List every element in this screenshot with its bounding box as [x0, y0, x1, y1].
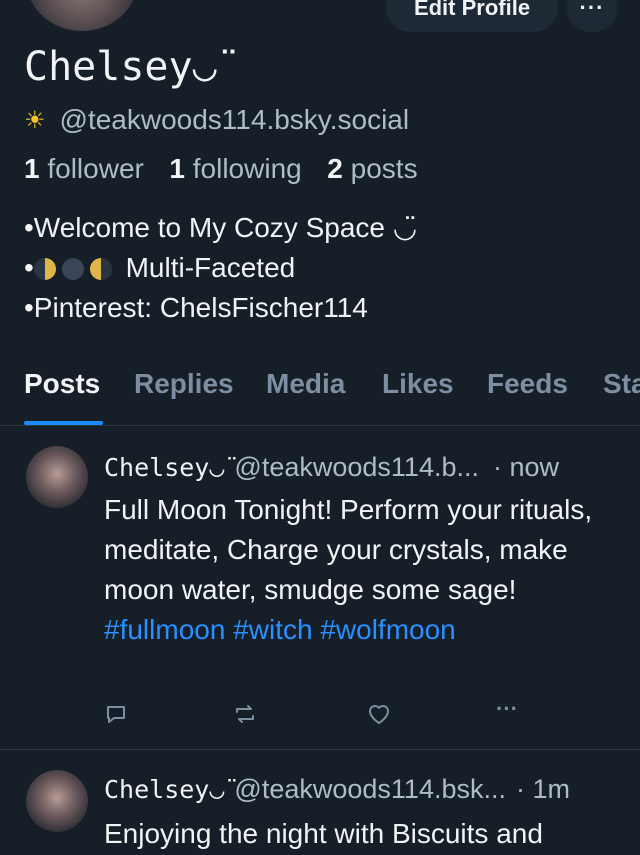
waxing-moon-icon	[33, 258, 56, 280]
profile-handle: @teakwoods114.bsky.social	[59, 104, 410, 135]
posts-count: 2	[327, 153, 343, 184]
profile-bio: •Welcome to My Cozy Space ◡̈ • Multi-Fac…	[24, 208, 417, 328]
new-moon-icon	[61, 258, 84, 280]
tab-starter-packs[interactable]: Sta	[603, 368, 640, 400]
post-author-handle[interactable]: @teakwoods114.bsk...	[234, 774, 506, 805]
post-timestamp[interactable]: · 1m	[516, 774, 570, 805]
bio-line-1: •Welcome to My Cozy Space ◡̈	[24, 212, 418, 243]
profile-display-name: Chelsey◡̈	[24, 44, 217, 90]
edit-profile-button[interactable]: Edit Profile	[386, 0, 558, 32]
profile-stats: 1 follower 1 following 2 posts	[24, 153, 418, 185]
profile-page: Edit Profile ··· Chelsey◡̈ ☀ @teakwoods1…	[0, 0, 640, 855]
post-author-name[interactable]: Chelsey◡̈	[104, 453, 224, 482]
post-header: Chelsey◡̈ @teakwoods114.b... · now	[104, 452, 624, 483]
post-text: Full Moon Tonight! Perform your rituals,…	[104, 490, 624, 650]
tab-replies[interactable]: Replies	[134, 368, 234, 400]
profile-handle-row: ☀ @teakwoods114.bsky.social	[24, 104, 409, 136]
following-count: 1	[169, 153, 185, 184]
following-link[interactable]: 1 following	[169, 153, 301, 184]
followers-label: follower	[47, 153, 144, 184]
hashtag-link[interactable]: #fullmoon	[104, 614, 225, 645]
profile-avatar[interactable]	[24, 0, 140, 34]
post-more-button[interactable]: ···	[496, 696, 518, 722]
hashtag-link[interactable]: #witch	[233, 614, 312, 645]
feed-post[interactable]: Chelsey◡̈ @teakwoods114.b... · now Full …	[0, 426, 640, 749]
bio-line-2-prefix: •	[24, 252, 34, 283]
hashtag-link[interactable]: #wolfmoon	[320, 614, 455, 645]
post-body: Full Moon Tonight! Perform your rituals,…	[104, 494, 593, 605]
post-timestamp[interactable]: · now	[493, 452, 559, 483]
post-author-name[interactable]: Chelsey◡̈	[104, 775, 224, 804]
post-header: Chelsey◡̈ @teakwoods114.bsk... · 1m	[104, 774, 624, 805]
posts-stat: 2 posts	[327, 153, 417, 184]
post-author-handle[interactable]: @teakwoods114.b...	[234, 452, 479, 483]
reply-icon[interactable]	[104, 702, 128, 726]
followers-link[interactable]: 1 follower	[24, 153, 144, 184]
profile-more-button[interactable]: ···	[567, 0, 617, 32]
following-label: following	[192, 153, 302, 184]
sun-icon: ☀	[24, 106, 46, 134]
feed-post[interactable]: Chelsey◡̈ @teakwoods114.bsk... · 1m Enjo…	[0, 750, 640, 855]
tab-media[interactable]: Media	[266, 368, 345, 400]
bio-line-2-text: Multi-Faceted	[125, 252, 296, 283]
bio-line-2: • Multi-Faceted	[24, 248, 417, 288]
heart-icon[interactable]	[366, 702, 392, 726]
profile-tabs: Posts Replies Media Likes Feeds Sta	[0, 366, 640, 426]
waning-moon-icon	[89, 258, 112, 280]
repost-icon[interactable]	[232, 702, 258, 726]
posts-label: posts	[350, 153, 418, 184]
active-tab-indicator	[24, 421, 103, 425]
followers-count: 1	[24, 153, 40, 184]
tab-likes[interactable]: Likes	[382, 368, 454, 400]
post-actions: ···	[104, 696, 524, 732]
post-text: Enjoying the night with Biscuits and	[104, 818, 543, 849]
post-author-avatar[interactable]	[26, 770, 88, 832]
tab-feeds[interactable]: Feeds	[487, 368, 568, 400]
post-author-avatar[interactable]	[26, 446, 88, 508]
tab-posts[interactable]: Posts	[24, 368, 100, 400]
bio-line-3: •Pinterest: ChelsFischer114	[24, 292, 368, 323]
